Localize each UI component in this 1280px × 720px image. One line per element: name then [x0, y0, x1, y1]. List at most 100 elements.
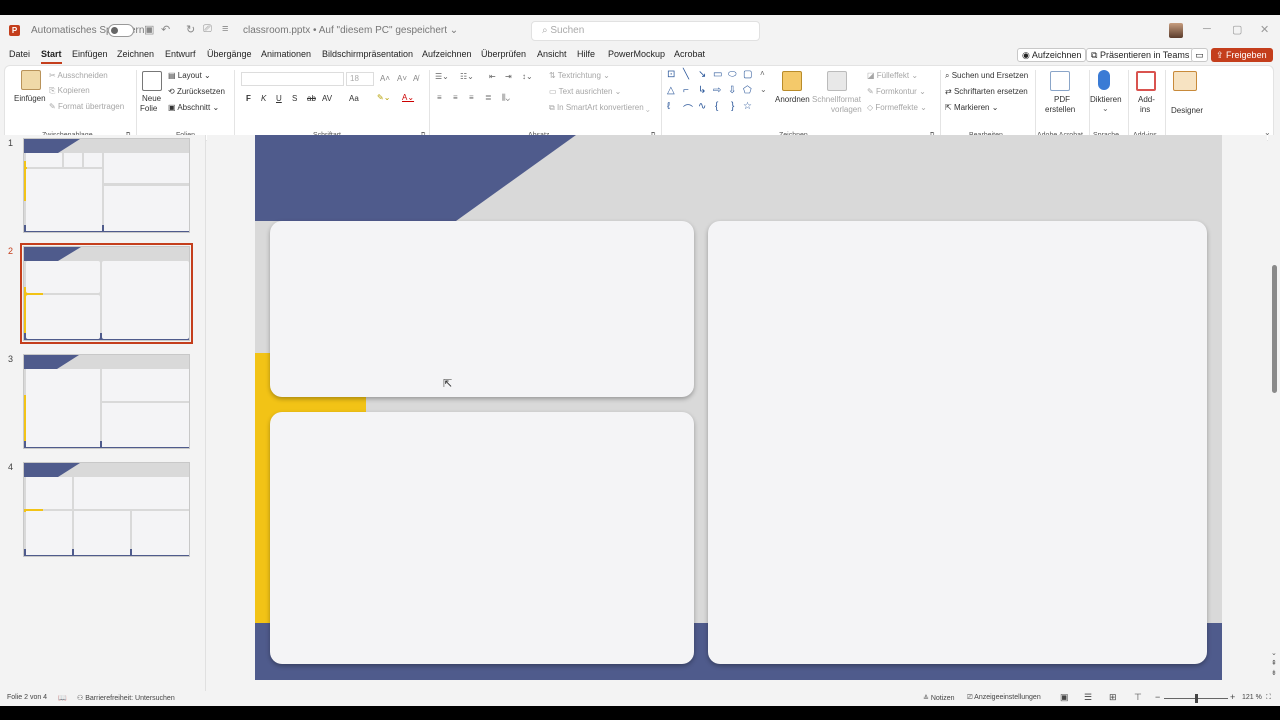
highlight-icon[interactable]: ✎⌄ — [377, 93, 390, 102]
zoom-out-icon[interactable]: − — [1155, 692, 1160, 702]
new-slide-icon[interactable] — [142, 71, 162, 91]
zoom-slider-thumb[interactable] — [1195, 694, 1198, 703]
tab-ansicht[interactable]: Ansicht — [537, 49, 567, 59]
designer-icon[interactable] — [1173, 71, 1197, 91]
underline-button[interactable]: U — [276, 94, 282, 103]
rectangle-shape-icon[interactable]: ▭ — [713, 69, 722, 80]
font-family-select[interactable] — [241, 72, 344, 86]
brace-left-icon[interactable]: { — [715, 101, 718, 112]
reading-view-icon[interactable]: ⊤ — [1134, 692, 1142, 703]
layout-button[interactable]: ▤ Layout ⌄ — [168, 71, 211, 80]
tab-datei[interactable]: Datei — [9, 49, 30, 59]
comments-button[interactable]: ▭ — [1191, 48, 1208, 62]
document-title[interactable]: classroom.pptx • Auf "diesem PC" gespeic… — [243, 25, 458, 36]
present-icon[interactable]: ⎚ — [203, 23, 212, 36]
slide-2-editor[interactable] — [255, 135, 1222, 680]
shape-outline-button[interactable]: ✎ Formkontur ⌄ — [867, 87, 926, 96]
tab-zeichnen[interactable]: Zeichnen — [117, 49, 154, 59]
arrange-icon[interactable] — [782, 71, 802, 91]
undo-icon[interactable]: ↶ — [161, 23, 170, 36]
tab-entwurf[interactable]: Entwurf — [165, 49, 196, 59]
display-settings-button[interactable]: ⎚ Anzeigeeinstellungen — [967, 694, 1041, 702]
shadow-button[interactable]: S — [292, 94, 297, 103]
zoom-level[interactable]: 121 % — [1242, 694, 1262, 701]
addins-label-2[interactable]: ins — [1140, 105, 1150, 114]
share-button[interactable]: ⇪ Freigeben ⌄ — [1211, 48, 1273, 74]
present-in-teams-button[interactable]: ⧉ Präsentieren in Teams — [1086, 48, 1195, 62]
create-pdf-label-1[interactable]: PDF — [1054, 95, 1070, 104]
bold-button[interactable]: F — [246, 94, 251, 103]
zoom-in-icon[interactable]: + — [1230, 692, 1235, 702]
arrange-button[interactable]: Anordnen — [775, 95, 810, 104]
reset-button[interactable]: ⟲ Zurücksetzen — [168, 87, 225, 96]
triangle-shape-icon[interactable]: △ — [667, 85, 675, 96]
right-arrow-shape-icon[interactable]: ⇨ — [713, 85, 721, 96]
cut-button[interactable]: ✂ Ausschneiden — [49, 71, 108, 80]
tab-acrobat[interactable]: Acrobat — [674, 49, 705, 59]
grow-font-icon[interactable]: A˄ — [380, 74, 390, 83]
quick-styles-button-1[interactable]: Schnellformat — [812, 95, 861, 104]
italic-button[interactable]: K — [261, 94, 266, 103]
panel-divider[interactable] — [205, 135, 206, 691]
line-spacing-icon[interactable]: ↕⌄ — [522, 72, 533, 81]
dictate-button[interactable]: Diktieren — [1090, 95, 1122, 104]
content-card-top-left[interactable] — [270, 221, 694, 397]
vertical-scrollbar[interactable]: ⌄ ⇞ ⇟ — [1268, 135, 1280, 691]
record-button[interactable]: ◉ Aufzeichnen — [1017, 48, 1087, 62]
prev-slide-icon[interactable]: ⇞ — [1271, 659, 1277, 667]
outline-view-icon[interactable]: ☰ — [1084, 692, 1092, 703]
new-slide-label-2[interactable]: Folie — [140, 104, 157, 113]
change-case-button[interactable]: Aa — [349, 94, 359, 103]
notes-button[interactable]: ≗ Notizen — [923, 694, 955, 702]
shrink-font-icon[interactable]: A˅ — [397, 74, 407, 83]
align-center-icon[interactable]: ≡ — [453, 93, 458, 102]
tab-hilfe[interactable]: Hilfe — [577, 49, 595, 59]
tab-start[interactable]: Start — [41, 49, 62, 64]
customize-qat-icon[interactable]: ≡ — [222, 23, 228, 35]
create-pdf-label-2[interactable]: erstellen — [1045, 105, 1075, 114]
spelling-icon[interactable]: 📖 — [58, 694, 67, 702]
font-size-select[interactable]: 18 — [346, 72, 374, 86]
avatar[interactable] — [1169, 23, 1183, 38]
autosave-toggle[interactable] — [108, 24, 134, 37]
fit-to-window-icon[interactable]: ⛶ — [1266, 694, 1271, 702]
content-card-bottom-left[interactable] — [270, 412, 694, 664]
tab-einfuegen[interactable]: Einfügen — [72, 49, 108, 59]
accessibility-button[interactable]: ⚇ Barrierefreiheit: Untersuchen — [77, 694, 175, 702]
curve-shape-icon[interactable]: ∿ — [698, 101, 706, 112]
char-spacing-button[interactable]: AV — [322, 94, 332, 103]
slide-thumbnail-1[interactable] — [23, 138, 190, 233]
maximize-icon[interactable]: ▢ — [1232, 23, 1242, 36]
strikethrough-button[interactable]: ab — [307, 94, 316, 103]
replace-fonts-button[interactable]: ⇄ Schriftarten ersetzen — [945, 87, 1028, 96]
quick-styles-icon[interactable] — [827, 71, 847, 91]
tab-animationen[interactable]: Animationen — [261, 49, 311, 59]
align-right-icon[interactable]: ≡ — [469, 93, 474, 102]
dictate-dropdown-icon[interactable]: ⌄ — [1102, 104, 1109, 113]
shape-fill-button[interactable]: ◪ Fülleffekt ⌄ — [867, 71, 918, 80]
smartart-button[interactable]: ⧉ In SmartArt konvertieren ⌄ — [549, 103, 650, 113]
freeform-shape-icon[interactable]: ℓ — [667, 101, 670, 112]
addins-label-1[interactable]: Add- — [1138, 95, 1155, 104]
elbow-arrow-icon[interactable]: ↳ — [698, 85, 706, 96]
format-painter-button[interactable]: ✎ Format übertragen — [49, 102, 124, 111]
shape-effects-button[interactable]: ◇ Formeffekte ⌄ — [867, 103, 927, 112]
designer-button[interactable]: Designer — [1171, 106, 1203, 115]
next-slide-icon[interactable]: ⇟ — [1271, 669, 1277, 677]
find-replace-button[interactable]: ⌕ Suchen und Ersetzen — [945, 71, 1028, 81]
shapes-more-icon[interactable]: ⌄ — [760, 85, 767, 94]
numbering-icon[interactable]: ☷⌄ — [460, 72, 474, 81]
arrow-shape-icon[interactable]: ↘ — [698, 69, 706, 80]
paste-icon[interactable] — [21, 70, 41, 90]
slide-thumbnail-2[interactable] — [20, 243, 193, 344]
bullets-icon[interactable]: ☰⌄ — [435, 72, 449, 81]
save-icon[interactable]: ▣ — [144, 23, 154, 36]
section-button[interactable]: ▣ Abschnitt ⌄ — [168, 103, 219, 112]
rounded-rect-shape-icon[interactable]: ▢ — [743, 69, 752, 80]
copy-button[interactable]: ⎘ Kopieren — [49, 86, 90, 96]
paste-button[interactable]: Einfügen — [14, 94, 46, 103]
slide-sorter-icon[interactable]: ⊞ — [1109, 692, 1117, 703]
align-left-icon[interactable]: ≡ — [437, 93, 442, 102]
arc-shape-icon[interactable]: ⌒ — [683, 101, 693, 116]
tab-bildschirmpraesentation[interactable]: Bildschirmpräsentation — [322, 49, 413, 59]
